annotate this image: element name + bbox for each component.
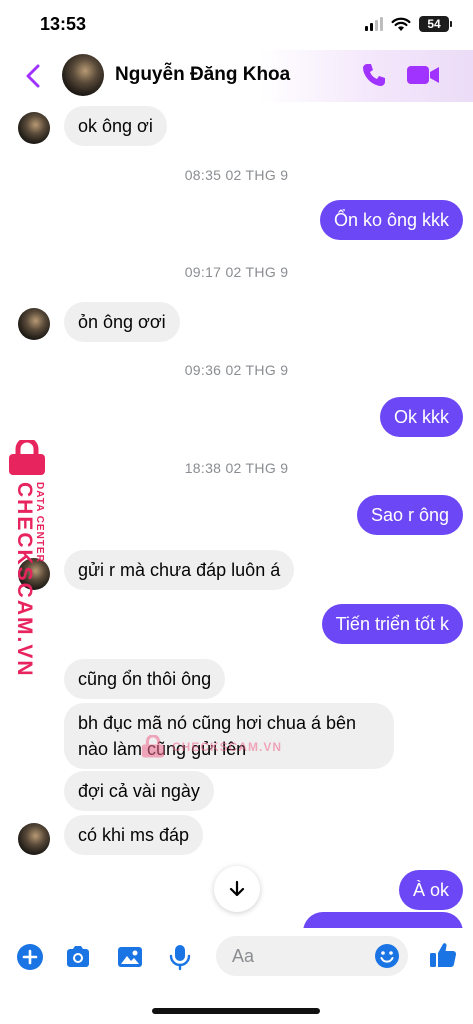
camera-icon[interactable] (64, 943, 92, 971)
microphone-icon[interactable] (166, 943, 194, 971)
message-bubble-outgoing[interactable]: Tiến triển tốt k (321, 604, 463, 644)
status-time: 13:53 (40, 14, 87, 34)
message-timestamp: 09:17 02 THG 9 (184, 264, 289, 280)
phone-call-icon[interactable] (360, 61, 388, 89)
message-timestamp: 18:38 02 THG 9 (184, 460, 289, 476)
contact-avatar[interactable] (62, 54, 104, 96)
message-bubble-incoming[interactable]: ok ông ơi (64, 106, 167, 146)
message-bubble-outgoing[interactable]: À ok (398, 870, 463, 910)
contact-avatar-small[interactable] (18, 823, 50, 855)
home-indicator (152, 1008, 320, 1014)
contact-avatar-small[interactable] (18, 112, 50, 144)
watermark-sub: DATA CENTER (34, 482, 45, 563)
message-bubble-outgoing[interactable]: Ổn ko ông kkk (319, 200, 463, 240)
message-bubble-outgoing[interactable]: Sao r ông (356, 495, 463, 535)
video-call-icon[interactable] (406, 63, 440, 87)
message-bubble-incoming[interactable]: cũng ổn thôi ông (64, 659, 226, 699)
message-bubble-incoming[interactable]: đợi cả vài ngày (64, 771, 214, 811)
emoji-icon[interactable] (374, 943, 400, 969)
plus-icon[interactable] (16, 943, 44, 971)
contact-avatar-small[interactable] (18, 308, 50, 340)
watermark-center: CHECKSCAM.VN (140, 735, 282, 759)
watermark-checkscam: CHECKSCAM.VN DATA CENTER (4, 440, 50, 678)
wifi-icon (391, 17, 411, 31)
watermark-brand: CHECKSCAM.VN (13, 482, 36, 678)
message-input[interactable]: Aa (216, 936, 408, 976)
message-bubble-incoming[interactable]: gửi r mà chưa đáp luôn á (64, 550, 295, 590)
message-bubble-incoming[interactable]: có khi ms đáp (64, 815, 204, 855)
image-gallery-icon[interactable] (116, 943, 144, 971)
watermark-center-text: CHECKSCAM.VN (172, 740, 283, 754)
battery-icon: 54 (419, 16, 452, 32)
arrow-down-icon (229, 880, 245, 897)
message-timestamp: 09:36 02 THG 9 (184, 362, 289, 378)
message-composer: Aa (0, 928, 473, 988)
message-input-placeholder: Aa (232, 946, 255, 966)
thumbs-up-icon[interactable] (428, 940, 458, 970)
message-bubble-incoming[interactable]: ỏn ông ơơi (64, 302, 180, 342)
conversation-header: Nguyễn Đăng Khoa (0, 50, 473, 102)
cellular-signal-icon (365, 17, 383, 31)
status-icons: 54 (365, 16, 452, 32)
message-timestamp: 08:35 02 THG 9 (184, 167, 289, 183)
contact-name[interactable]: Nguyễn Đăng Khoa (115, 64, 290, 86)
back-arrow-icon[interactable] (22, 62, 46, 90)
message-bubble-outgoing[interactable]: Ok kkk (379, 397, 463, 437)
scroll-to-bottom-button[interactable] (214, 866, 260, 912)
lock-icon (141, 735, 165, 758)
lock-icon (9, 440, 45, 475)
status-bar: 13:53 54 (0, 0, 473, 50)
